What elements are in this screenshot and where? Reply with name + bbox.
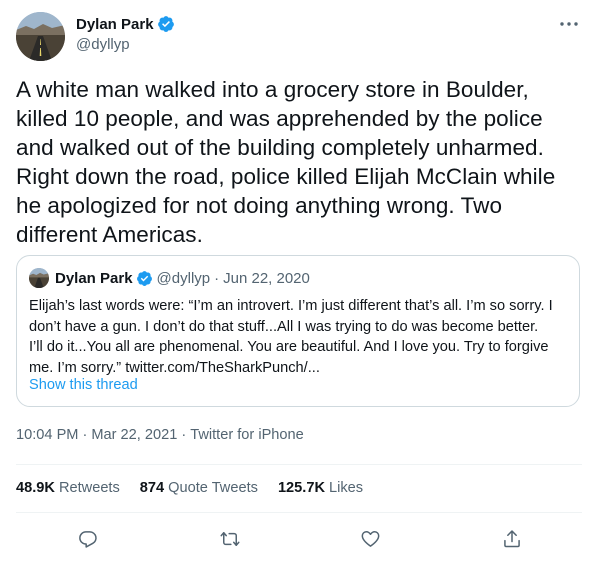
divider bbox=[16, 464, 582, 465]
likes-label: Likes bbox=[329, 480, 364, 496]
more-options-icon[interactable] bbox=[558, 14, 580, 34]
tweet: Dylan Park @dyllyp A white man walked in… bbox=[0, 0, 598, 562]
quoted-verified-badge-icon bbox=[136, 270, 153, 287]
divider bbox=[16, 512, 582, 513]
author-handle[interactable]: @dyllyp bbox=[76, 36, 130, 53]
quote-tweets-label: Quote Tweets bbox=[168, 480, 258, 496]
quoted-text-line: I’ll do it...You all are phenomenal. You… bbox=[29, 339, 549, 355]
show-thread-link[interactable]: Show this thread bbox=[29, 377, 138, 393]
quoted-text-line: Elijah’s last words were: “I’m an introv… bbox=[29, 298, 553, 314]
tweet-text-line: he apologized for not doing anything wro… bbox=[16, 193, 503, 218]
quoted-text: Elijah’s last words were: “I’m an introv… bbox=[29, 296, 571, 378]
quoted-date: Jun 22, 2020 bbox=[223, 269, 310, 287]
retweets-label: Retweets bbox=[58, 480, 120, 496]
avatar[interactable] bbox=[16, 12, 65, 61]
tweet-meta: 10:04 PM · Mar 22, 2021 · Twitter for iP… bbox=[16, 427, 304, 443]
retweets-stat[interactable]: 48.9K Retweets bbox=[16, 480, 120, 496]
quoted-text-line: don’t have a gun. I don’t do that stuff.… bbox=[29, 318, 539, 335]
quoted-avatar bbox=[29, 268, 49, 288]
tweet-source[interactable]: Twitter for iPhone bbox=[190, 427, 304, 443]
quote-tweets-stat[interactable]: 874 Quote Tweets bbox=[140, 480, 258, 496]
author-name-row[interactable]: Dylan Park bbox=[76, 14, 175, 34]
tweet-stats: 48.9K Retweets 874 Quote Tweets 125.7K L… bbox=[16, 480, 383, 496]
author-display-name[interactable]: Dylan Park bbox=[76, 16, 154, 33]
likes-stat[interactable]: 125.7K Likes bbox=[278, 480, 363, 496]
quoted-handle: @dyllyp bbox=[156, 269, 211, 287]
likes-count: 125.7K bbox=[277, 480, 325, 496]
tweet-text-line: and walked out of the building completel… bbox=[16, 135, 544, 160]
retweet-icon[interactable] bbox=[216, 525, 244, 553]
retweets-count: 48.9K bbox=[16, 480, 55, 496]
quote-tweets-count: 874 bbox=[139, 480, 165, 496]
reply-icon[interactable] bbox=[74, 525, 102, 553]
heart-icon[interactable] bbox=[356, 525, 384, 553]
share-icon[interactable] bbox=[498, 525, 526, 553]
quoted-header: Dylan Park @dyllyp · Jun 22, 2020 bbox=[55, 267, 310, 289]
tweet-text-line: different Americas. bbox=[16, 222, 203, 247]
quoted-text-line: me. I’m sorry.” twitter.com/TheSharkPunc… bbox=[29, 359, 320, 376]
tweet-text-line: killed 10 people, and was apprehended by… bbox=[16, 106, 543, 131]
meta-separator: · bbox=[82, 427, 88, 443]
tweet-actions bbox=[16, 525, 582, 553]
tweet-date[interactable]: Mar 22, 2021 bbox=[91, 427, 177, 443]
tweet-text-line: Right down the road, police killed Elija… bbox=[16, 164, 556, 189]
meta-separator: · bbox=[181, 427, 187, 443]
quoted-display-name: Dylan Park bbox=[55, 269, 133, 287]
quoted-separator: · bbox=[214, 269, 220, 287]
verified-badge-icon bbox=[157, 15, 175, 33]
avatar-road-image bbox=[16, 12, 65, 61]
tweet-time[interactable]: 10:04 PM bbox=[16, 427, 78, 443]
quoted-tweet-card[interactable]: Dylan Park @dyllyp · Jun 22, 2020 Elijah… bbox=[16, 255, 580, 407]
tweet-text: A white man walked into a grocery store … bbox=[16, 75, 582, 249]
tweet-text-line: A white man walked into a grocery store … bbox=[16, 77, 529, 102]
